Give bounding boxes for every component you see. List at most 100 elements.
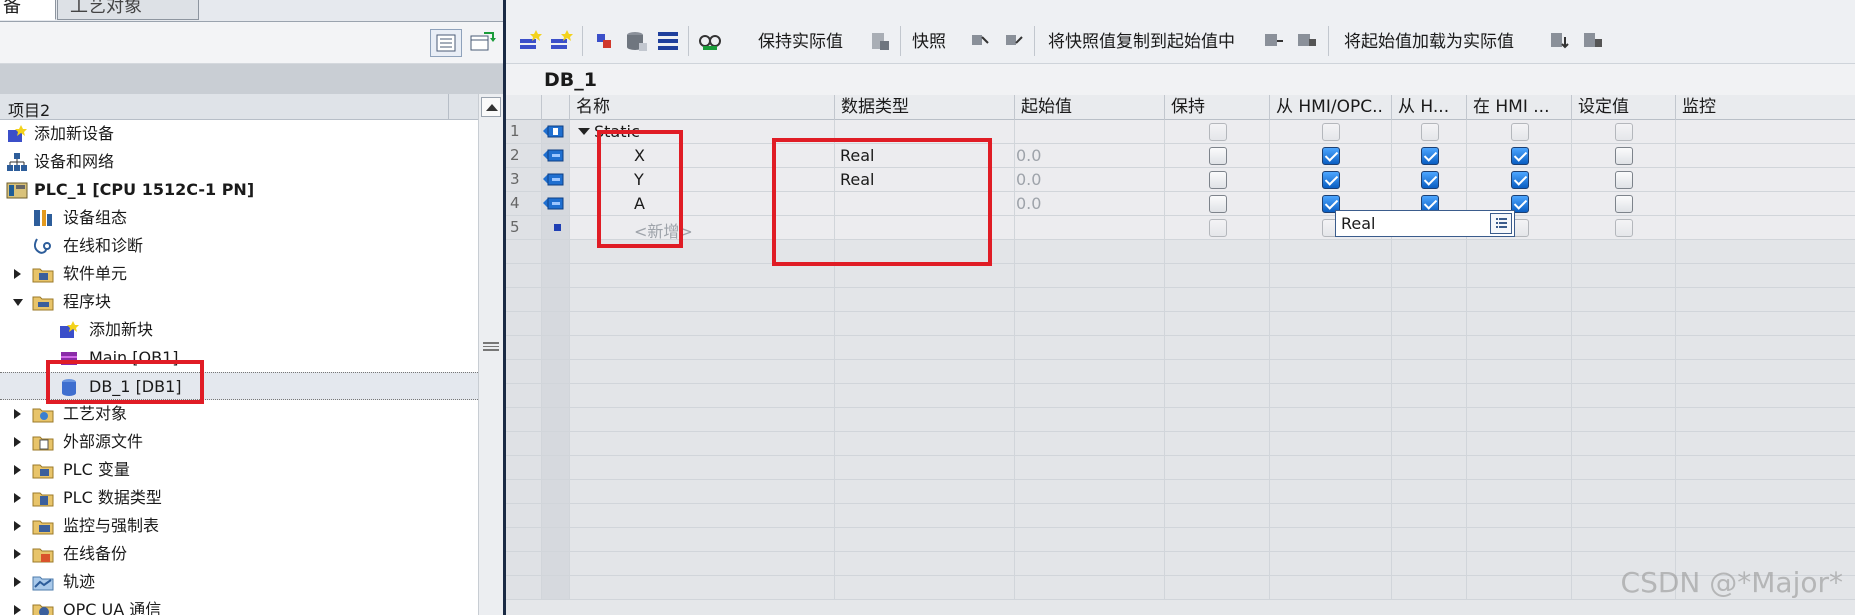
retain-checkbox[interactable]	[1209, 171, 1227, 189]
snapshot-restore-icon[interactable]	[1002, 29, 1026, 53]
add-new-placeholder[interactable]: <新增>	[634, 218, 693, 242]
setpoint-checkbox[interactable]	[1615, 219, 1633, 237]
collapse-all-icon[interactable]	[656, 29, 680, 53]
expand-all-icon[interactable]	[592, 29, 616, 53]
load-start-icon[interactable]	[1548, 29, 1572, 53]
expand-arrow-icon[interactable]	[14, 605, 21, 615]
tree-item-add-block[interactable]: 添加新块	[0, 316, 478, 344]
retain-checkbox[interactable]	[1209, 123, 1227, 141]
data-type-value[interactable]: Real	[840, 170, 875, 189]
tree-item-opc-ua[interactable]: OPC UA 通信	[0, 596, 478, 615]
keep-values-icon[interactable]	[868, 29, 892, 53]
tree-item-online-diagnostics[interactable]: 在线和诊断	[0, 232, 478, 260]
tree-item-plc-tags[interactable]: PLC 变量	[0, 456, 478, 484]
tree-item-add-device[interactable]: 添加新设备	[0, 120, 478, 148]
tree-item-technology-objects[interactable]: 工艺对象	[0, 400, 478, 428]
retain-checkbox[interactable]	[1209, 195, 1227, 213]
retain-checkbox[interactable]	[1209, 219, 1227, 237]
tree-item-watch-force-tables[interactable]: 监控与强制表	[0, 512, 478, 540]
expand-arrow-icon[interactable]	[14, 409, 21, 419]
tree-item-online-backups[interactable]: 在线备份	[0, 540, 478, 568]
collapse-arrow-icon[interactable]	[578, 128, 590, 135]
table-row[interactable]: 4 A 0.0	[506, 192, 1855, 216]
setpoint-checkbox[interactable]	[1615, 171, 1633, 189]
copy-snapshot-to-start-button[interactable]: 将快照值复制到起始值中	[1048, 31, 1235, 53]
tree-item-main-ob1[interactable]: Main [OB1]	[0, 344, 478, 372]
empty-table-row	[506, 288, 1855, 312]
tree-item-device-config[interactable]: 设备组态	[0, 204, 478, 232]
tab-devices[interactable]: 备	[0, 0, 56, 20]
col-hmi-write[interactable]: 从 H...	[1392, 95, 1467, 120]
collapse-arrow-icon[interactable]	[13, 299, 23, 306]
copy-snapshot-icon[interactable]	[1262, 29, 1286, 53]
variable-name[interactable]: Y	[634, 170, 644, 189]
load-start-as-actual-button[interactable]: 将起始值加载为实际值	[1344, 31, 1514, 53]
retain-checkbox[interactable]	[1209, 147, 1227, 165]
col-hmi-visible[interactable]: 在 HMI ...	[1467, 95, 1572, 120]
expand-arrow-icon[interactable]	[14, 577, 21, 587]
hmi-visible-checkbox[interactable]	[1511, 123, 1529, 141]
col-monitor[interactable]: 监控	[1676, 95, 1855, 120]
database-icon[interactable]	[624, 29, 648, 53]
table-row[interactable]: 1 Static	[506, 120, 1855, 144]
col-data-type[interactable]: 数据类型	[835, 95, 1015, 120]
start-value[interactable]: 0.0	[1016, 170, 1041, 189]
expand-arrow-icon[interactable]	[14, 493, 21, 503]
start-value[interactable]: 0.0	[1016, 194, 1041, 213]
tab-technology-objects[interactable]: 工艺对象	[57, 0, 199, 20]
scroll-up-button[interactable]	[481, 97, 501, 117]
hmi-access-checkbox[interactable]	[1322, 147, 1340, 165]
load-start-all-icon[interactable]	[1581, 29, 1605, 53]
hmi-visible-checkbox[interactable]	[1511, 171, 1529, 189]
hmi-visible-checkbox[interactable]	[1511, 147, 1529, 165]
data-type-editor[interactable]: Real	[1335, 210, 1515, 237]
tree-item-program-blocks[interactable]: 程序块	[0, 288, 478, 316]
expand-arrow-icon[interactable]	[14, 549, 21, 559]
expand-arrow-icon[interactable]	[14, 437, 21, 447]
hmi-access-checkbox[interactable]	[1322, 171, 1340, 189]
hmi-write-checkbox[interactable]	[1421, 123, 1439, 141]
table-row[interactable]: 3 Y Real 0.0	[506, 168, 1855, 192]
data-type-value[interactable]: Real	[840, 146, 875, 165]
variable-name[interactable]: X	[634, 146, 645, 165]
tree-item-external-sources[interactable]: 外部源文件	[0, 428, 478, 456]
snapshot-button[interactable]: 快照	[912, 31, 946, 53]
setpoint-checkbox[interactable]	[1615, 195, 1633, 213]
col-name[interactable]: 名称	[570, 95, 835, 120]
monitor-glasses-icon[interactable]	[698, 29, 722, 53]
variable-name[interactable]: Static	[594, 122, 640, 141]
expand-arrow-icon[interactable]	[14, 465, 21, 475]
col-hmi-opc-access[interactable]: 从 HMI/OPC..	[1270, 95, 1392, 120]
data-type-dropdown-button[interactable]	[1490, 213, 1512, 234]
tree-item-traces[interactable]: 轨迹	[0, 568, 478, 596]
keep-actual-values-button[interactable]: 保持实际值	[758, 31, 843, 53]
interface-variable-icon	[543, 125, 564, 138]
tree-scrollbar[interactable]	[478, 94, 503, 615]
table-row[interactable]: 2 X Real 0.0	[506, 144, 1855, 168]
tree-item-plc-data-types[interactable]: PLC 数据类型	[0, 484, 478, 512]
scroll-grip-icon[interactable]	[483, 342, 499, 351]
snapshot-icon[interactable]	[968, 29, 992, 53]
col-setpoint[interactable]: 设定值	[1572, 95, 1676, 120]
setpoint-checkbox[interactable]	[1615, 123, 1633, 141]
add-row-icon[interactable]	[549, 29, 573, 53]
start-value[interactable]: 0.0	[1016, 146, 1041, 165]
table-row[interactable]: 5 <新增>	[506, 216, 1855, 242]
tree-item-db1[interactable]: DB_1 [DB1]	[0, 372, 478, 400]
hmi-write-checkbox[interactable]	[1421, 171, 1439, 189]
col-retain[interactable]: 保持	[1165, 95, 1270, 120]
tree-item-software-units[interactable]: 软件单元	[0, 260, 478, 288]
copy-snapshot-all-icon[interactable]	[1295, 29, 1319, 53]
hmi-access-checkbox[interactable]	[1322, 123, 1340, 141]
tree-item-devices-networks[interactable]: 设备和网络	[0, 148, 478, 176]
tree-item-plc1[interactable]: PLC_1 [CPU 1512C-1 PN]	[0, 176, 478, 204]
hmi-write-checkbox[interactable]	[1421, 147, 1439, 165]
setpoint-checkbox[interactable]	[1615, 147, 1633, 165]
expand-arrow-icon[interactable]	[14, 269, 21, 279]
insert-row-icon[interactable]	[518, 29, 542, 53]
expand-arrow-icon[interactable]	[14, 521, 21, 531]
go-online-view-button[interactable]	[466, 29, 498, 57]
overview-view-button[interactable]	[430, 29, 462, 57]
col-start-value[interactable]: 起始值	[1015, 95, 1165, 120]
variable-name[interactable]: A	[634, 194, 645, 213]
